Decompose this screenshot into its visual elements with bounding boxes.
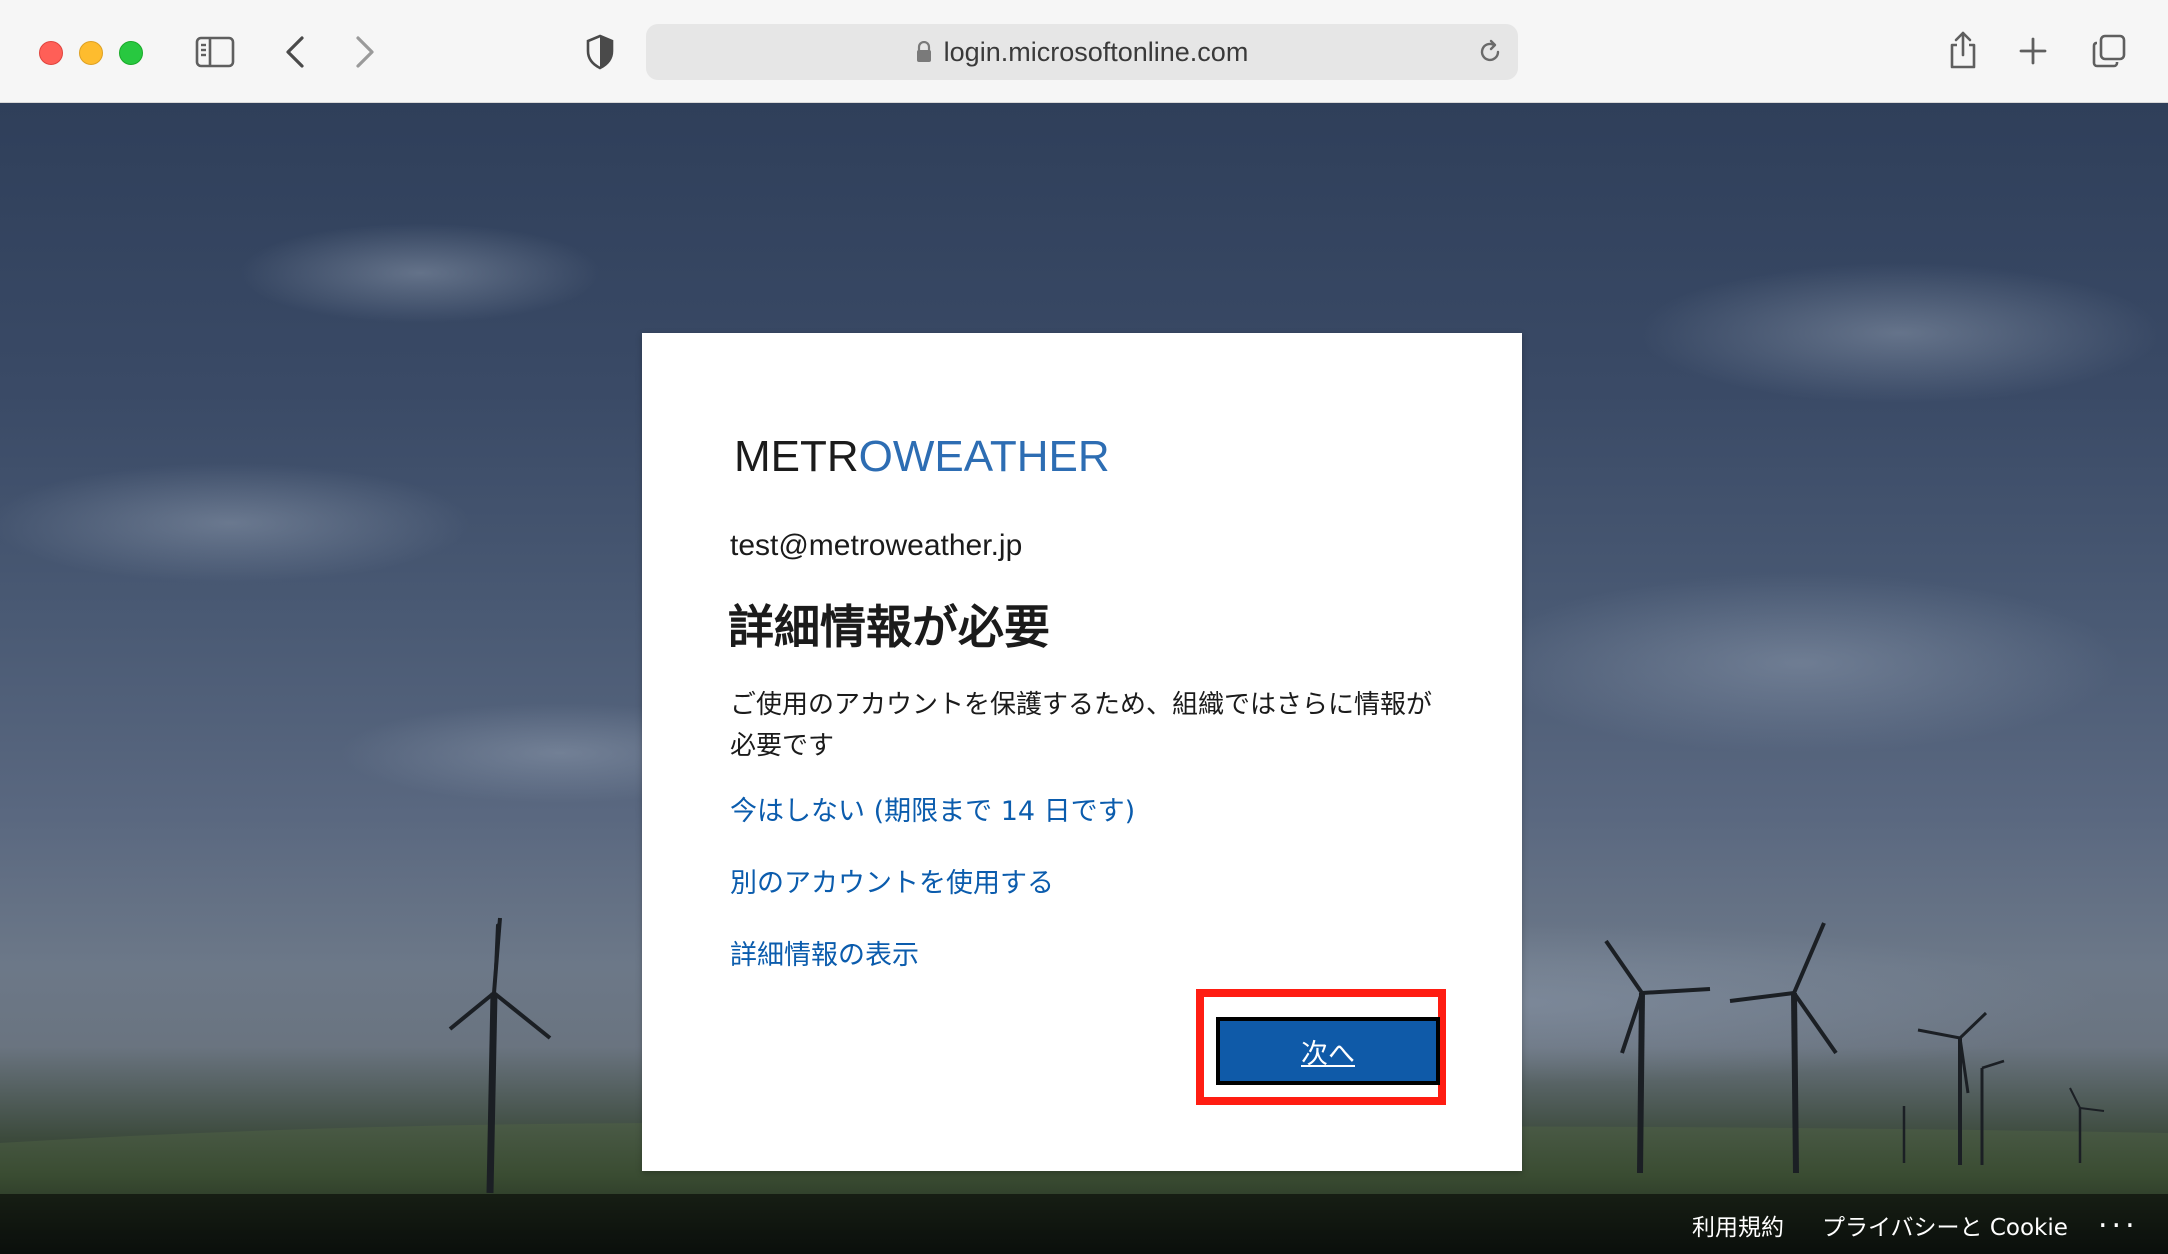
more-information-link[interactable]: 詳細情報の表示 (730, 933, 919, 972)
sidebar-icon[interactable] (194, 34, 236, 70)
shield-icon[interactable] (584, 32, 616, 72)
more-options-button[interactable]: ... (2098, 1200, 2139, 1235)
chevron-left-icon[interactable] (280, 32, 310, 72)
next-button[interactable]: 次へ (1216, 1017, 1440, 1085)
page-title: 詳細情報が必要 (728, 600, 1050, 654)
lock-icon (916, 41, 932, 63)
use-another-account-link[interactable]: 別のアカウントを使用する (730, 861, 1054, 900)
browser-toolbar: login.microsoftonline.com (0, 0, 2168, 103)
url-text: login.microsoftonline.com (943, 36, 1249, 67)
close-window-button[interactable] (39, 41, 63, 65)
browser-window: login.microsoftonline.com METR O WEATHER… (0, 0, 2168, 1254)
address-bar[interactable]: login.microsoftonline.com (646, 24, 1518, 80)
signin-card: METR O WEATHER test@metroweather.jp 詳細情報が必… (642, 333, 1522, 1171)
metroweather-logo: METR O WEATHER (734, 432, 1110, 481)
reload-icon[interactable] (1476, 38, 1504, 66)
share-icon[interactable] (1946, 28, 1980, 72)
terms-of-use-link[interactable]: 利用規約 (1692, 1208, 1784, 1242)
page-footer: 利用規約 プライバシーと Cookie ... (0, 1194, 2168, 1254)
chevron-right-icon[interactable] (350, 32, 380, 72)
skip-for-now-link[interactable]: 今はしない (期限まで 14 日です) (730, 789, 1135, 828)
zoom-window-button[interactable] (119, 41, 143, 65)
login-page: METR O WEATHER test@metroweather.jp 詳細情報が必… (0, 103, 2168, 1254)
account-identity: test@metroweather.jp (730, 529, 1023, 562)
description-text: ご使用のアカウントを保護するため、組織ではさらに情報が必要です (730, 690, 1433, 761)
minimize-window-button[interactable] (79, 41, 103, 65)
tabs-overview-icon[interactable] (2090, 32, 2128, 70)
privacy-cookies-link[interactable]: プライバシーと Cookie (1822, 1208, 2068, 1242)
plus-icon[interactable] (2016, 34, 2050, 68)
